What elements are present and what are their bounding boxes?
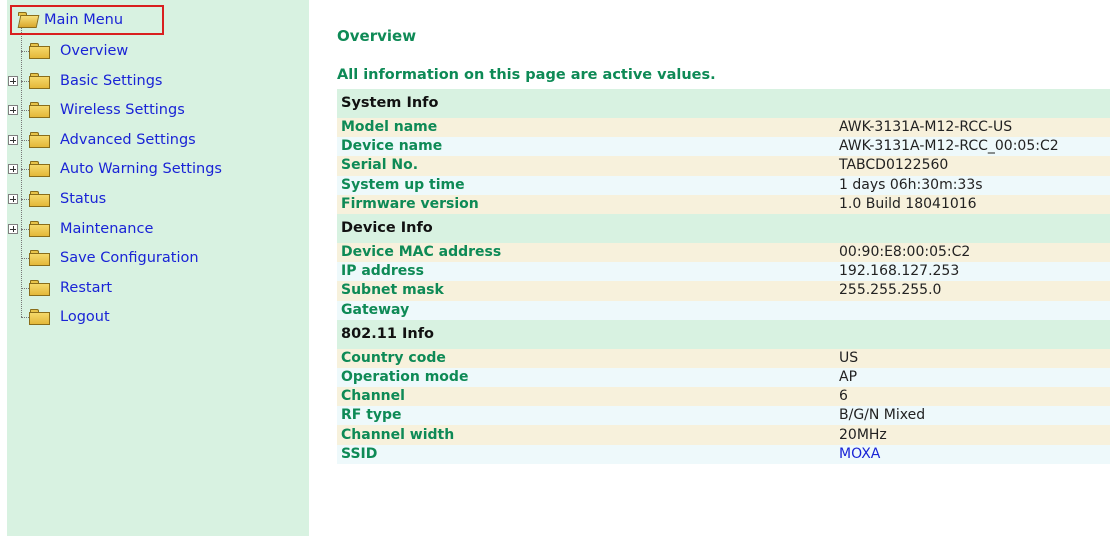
tree-connector-line (21, 25, 22, 317)
section-title: System Info (337, 89, 1110, 118)
info-row: Model name AWK-3131A-M12-RCC-US (337, 118, 1110, 138)
info-label: SSID (337, 444, 835, 464)
section-header: 802.11 Info (337, 319, 1110, 349)
info-value: 1.0 Build 18041016 (835, 194, 1110, 214)
sidebar-item-status[interactable]: Status (29, 188, 106, 210)
info-row: IP address 192.168.127.253 (337, 262, 1110, 282)
sidebar-item-label: Basic Settings (60, 73, 163, 89)
expand-plus-icon[interactable] (8, 224, 18, 234)
expand-plus-icon[interactable] (8, 164, 18, 174)
sidebar-item-wireless-settings[interactable]: Wireless Settings (29, 99, 185, 121)
info-row: System up time 1 days 06h:30m:33s (337, 175, 1110, 195)
expand-plus-icon[interactable] (8, 194, 18, 204)
info-row: Serial No. TABCD0122560 (337, 156, 1110, 176)
info-label: Model name (337, 118, 835, 138)
sidebar-item-label: Auto Warning Settings (60, 161, 222, 177)
main-menu-label: Main Menu (44, 12, 124, 28)
info-label: RF type (337, 406, 835, 426)
info-row: RF type B/G/N Mixed (337, 406, 1110, 426)
info-label: Subnet mask (337, 281, 835, 301)
sidebar-item-label: Advanced Settings (60, 132, 196, 148)
info-label: Serial No. (337, 156, 835, 176)
info-value: 1 days 06h:30m:33s (835, 175, 1110, 195)
sidebar-item-label: Save Configuration (60, 250, 199, 266)
sidebar-item-auto-warning-settings[interactable]: Auto Warning Settings (29, 158, 222, 180)
folder-icon (29, 309, 50, 325)
sidebar-item-restart[interactable]: Restart (29, 277, 112, 299)
info-label: IP address (337, 262, 835, 282)
info-label: Device name (337, 137, 835, 157)
info-row: Subnet mask 255.255.255.0 (337, 281, 1110, 301)
folder-icon (29, 102, 50, 118)
section-header: Device Info (337, 213, 1110, 243)
sidebar-item-label: Restart (60, 280, 113, 296)
sidebar-item-maintenance[interactable]: Maintenance (29, 218, 153, 240)
info-value[interactable]: MOXA (835, 444, 1110, 464)
info-value: AWK-3131A-M12-RCC_00:05:C2 (835, 137, 1110, 157)
info-label: Gateway (337, 300, 835, 320)
info-row: Firmware version 1.0 Build 18041016 (337, 194, 1110, 214)
folder-icon (29, 132, 50, 148)
folder-icon (29, 43, 50, 59)
info-label: Channel (337, 387, 835, 407)
info-label: Channel width (337, 425, 835, 445)
info-row: Channel 6 (337, 387, 1110, 407)
info-value: AWK-3131A-M12-RCC-US (835, 118, 1110, 138)
sidebar-item-save-configuration[interactable]: Save Configuration (29, 247, 199, 269)
info-row: Gateway (337, 300, 1110, 320)
sidebar-item-overview[interactable]: Overview (29, 40, 128, 62)
sidebar-menu: Main Menu Overview Basic Settings Wireless… (7, 0, 309, 536)
expand-plus-icon[interactable] (8, 76, 18, 86)
folder-icon (29, 161, 50, 177)
info-value: US (835, 348, 1110, 368)
sidebar-item-label: Maintenance (60, 221, 154, 237)
sidebar-item-label: Logout (60, 309, 110, 325)
info-value: 00:90:E8:00:05:C2 (835, 242, 1110, 263)
sidebar-item-label: Status (60, 191, 107, 207)
sidebar-item-label: Overview (60, 43, 129, 59)
info-value: AP (835, 367, 1110, 388)
sidebar-item-logout[interactable]: Logout (29, 306, 110, 328)
main-menu-root[interactable]: Main Menu (10, 5, 164, 35)
active-values-note: All information on this page are active … (337, 67, 716, 83)
folder-icon (29, 221, 50, 237)
expand-plus-icon[interactable] (8, 135, 18, 145)
info-row: Device name AWK-3131A-M12-RCC_00:05:C2 (337, 137, 1110, 157)
info-value: 6 (835, 387, 1110, 407)
overview-info-table: System Info Model name AWK-3131A-M12-RCC-U… (337, 89, 1110, 464)
info-row: Country code US (337, 348, 1110, 368)
info-value: 20MHz (835, 425, 1110, 445)
info-label: System up time (337, 175, 835, 195)
folder-icon (29, 250, 50, 266)
expand-plus-icon[interactable] (8, 105, 18, 115)
info-value: 192.168.127.253 (835, 262, 1110, 282)
info-label: Device MAC address (337, 242, 835, 263)
folder-icon (29, 73, 50, 89)
info-label: Country code (337, 348, 835, 368)
sidebar-item-basic-settings[interactable]: Basic Settings (29, 70, 162, 92)
section-header: System Info (337, 89, 1110, 118)
folder-icon (29, 191, 50, 207)
info-label: Firmware version (337, 194, 835, 214)
info-row: SSID MOXA (337, 444, 1110, 464)
info-value (835, 300, 1110, 320)
info-row: Channel width 20MHz (337, 425, 1110, 445)
info-value: B/G/N Mixed (835, 406, 1110, 426)
page-title: Overview (337, 27, 417, 45)
info-row: Operation mode AP (337, 367, 1110, 388)
info-value: TABCD0122560 (835, 156, 1110, 176)
folder-icon (29, 280, 50, 296)
sidebar-item-advanced-settings[interactable]: Advanced Settings (29, 129, 196, 151)
info-row: Device MAC address 00:90:E8:00:05:C2 (337, 242, 1110, 263)
sidebar-item-label: Wireless Settings (60, 102, 185, 118)
section-title: Device Info (337, 213, 1110, 243)
info-value: 255.255.255.0 (835, 281, 1110, 301)
open-folder-icon (17, 12, 40, 28)
section-title: 802.11 Info (337, 319, 1110, 349)
info-label: Operation mode (337, 367, 835, 388)
